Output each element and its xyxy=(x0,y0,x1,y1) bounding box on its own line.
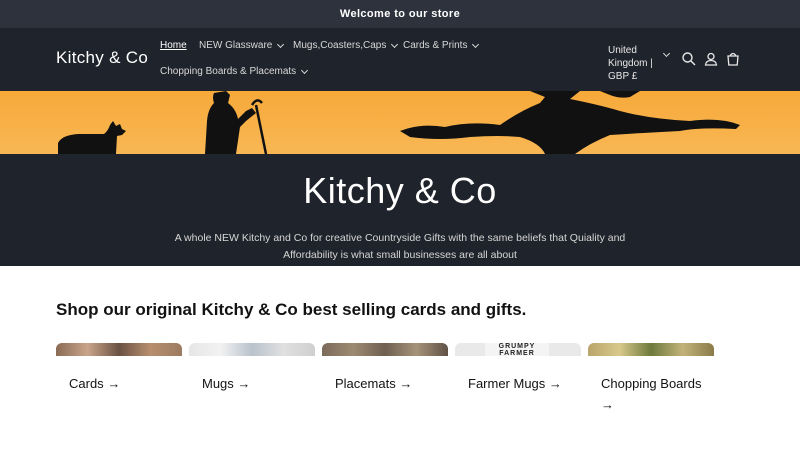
arrow-right-icon: → xyxy=(548,376,562,391)
hero-section: Kitchy & Co A whole NEW Kitchy and Co fo… xyxy=(0,154,800,266)
card-image: GRUMPY FARMER xyxy=(455,343,581,356)
chevron-down-icon xyxy=(301,66,309,74)
hero-title: Kitchy & Co xyxy=(303,170,497,211)
countryside-silhouette-image xyxy=(58,91,740,154)
nav-cards-prints[interactable]: Cards & Prints xyxy=(403,40,480,51)
arrow-right-icon: → xyxy=(107,376,121,391)
collection-card-placemats[interactable]: Placemats → xyxy=(322,343,448,450)
announcement-bar: Welcome to our store xyxy=(0,0,800,28)
collection-title: Shop our original Kitchy & Co best selli… xyxy=(56,300,527,319)
card-image xyxy=(322,343,448,356)
cart-icon[interactable] xyxy=(725,51,741,67)
arrow-right-icon: → xyxy=(399,376,413,391)
search-icon[interactable] xyxy=(681,51,697,67)
store-logo[interactable]: Kitchy & Co xyxy=(56,48,148,68)
nav-chopping-boards-placemats[interactable]: Chopping Boards & Placemats xyxy=(160,66,309,77)
hero-description: A whole NEW Kitchy and Co for creative C… xyxy=(174,232,626,261)
collection-card-label: Chopping Boards → xyxy=(601,376,702,412)
collection-card-mugs[interactable]: Mugs → xyxy=(189,343,315,450)
account-icon[interactable] xyxy=(703,51,719,67)
hero-banner-image xyxy=(0,91,800,154)
chevron-down-icon xyxy=(277,40,285,48)
collection-card-farmer-mugs[interactable]: GRUMPY FARMER Farmer Mugs → xyxy=(455,343,581,450)
country-selector[interactable]: United Kingdom | GBP £ xyxy=(608,44,660,83)
site-header: Kitchy & Co Home NEW Glassware Mugs,Coas… xyxy=(0,28,800,91)
card-image xyxy=(56,343,182,356)
nav-home[interactable]: Home xyxy=(160,40,187,51)
card-image xyxy=(189,343,315,356)
collection-card-label: Placemats → xyxy=(335,376,413,391)
chevron-down-icon xyxy=(391,40,399,48)
chevron-down-icon xyxy=(662,49,671,58)
collection-card-label: Cards → xyxy=(69,376,121,391)
card-image xyxy=(588,343,714,356)
nav-mugs-coasters-caps[interactable]: Mugs,Coasters,Caps xyxy=(293,40,399,51)
collection-card-cards[interactable]: Cards → xyxy=(56,343,182,450)
mug-print-text: GRUMPY FARMER xyxy=(485,343,549,356)
arrow-right-icon: → xyxy=(237,376,251,391)
collection-card-label: Mugs → xyxy=(202,376,251,391)
arrow-right-icon: → xyxy=(601,397,614,412)
announcement-text: Welcome to our store xyxy=(339,8,461,20)
chevron-down-icon xyxy=(472,40,480,48)
nav-new-glassware[interactable]: NEW Glassware xyxy=(199,40,285,51)
collection-card-label: Farmer Mugs → xyxy=(468,376,562,391)
collection-card-chopping-boards[interactable]: Chopping Boards → xyxy=(588,343,714,450)
